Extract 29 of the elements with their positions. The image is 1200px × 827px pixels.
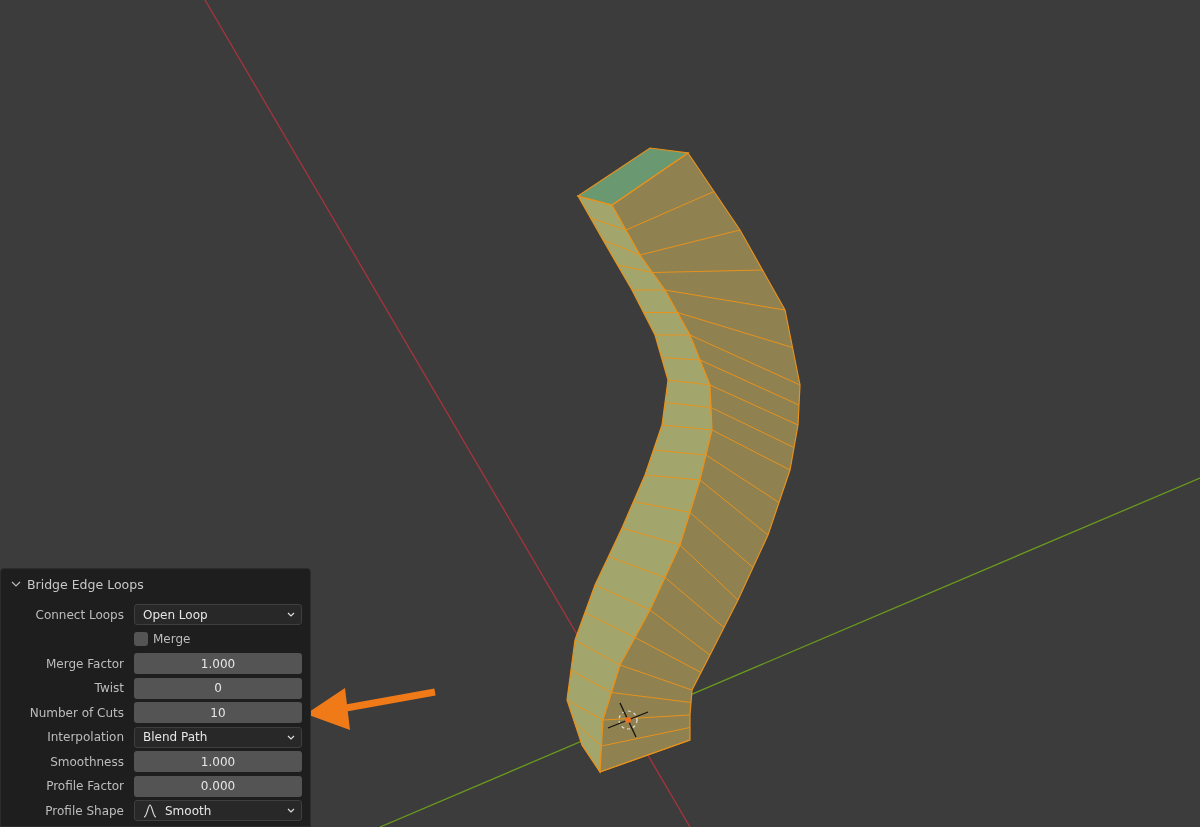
caret-icon [287, 612, 295, 617]
dropdown[interactable]: Blend Path [134, 726, 302, 748]
field-label: Smoothness [49, 754, 125, 769]
caret-icon [287, 808, 295, 813]
field-label: Profile Factor [45, 779, 125, 793]
field-label: Number of Cuts [28, 705, 125, 720]
panel-header[interactable]: Bridge Edge Loops [9, 573, 302, 595]
panel-title: Bridge Edge Loops [27, 576, 144, 592]
number-field[interactable]: 1.000 [134, 653, 302, 674]
checkbox[interactable] [134, 632, 148, 646]
number-field[interactable]: 0.000 [134, 775, 302, 797]
number-field[interactable]: 0 [134, 677, 302, 699]
number-field[interactable]: 10 [134, 702, 302, 723]
field-label: Twist [93, 681, 125, 695]
number-field[interactable]: 1.000 [134, 751, 302, 772]
field-label: Merge Factor [45, 656, 125, 671]
3d-cursor-icon [607, 702, 649, 738]
curve-icon [143, 803, 157, 818]
field-label: Profile Shape [44, 803, 125, 818]
dropdown-value: Smooth [165, 803, 213, 818]
dropdown-value: Open Loop [143, 607, 209, 622]
dropdown[interactable]: Open Loop [134, 604, 302, 625]
dropdown-value: Blend Path [143, 730, 209, 744]
field-label: Connect Loops [34, 607, 125, 622]
chevron-icon [11, 580, 21, 588]
dropdown[interactable]: Smooth [134, 800, 302, 821]
checkbox-label[interactable]: Merge [153, 632, 191, 646]
field-label: Interpolation [46, 730, 125, 744]
caret-icon [287, 734, 295, 740]
